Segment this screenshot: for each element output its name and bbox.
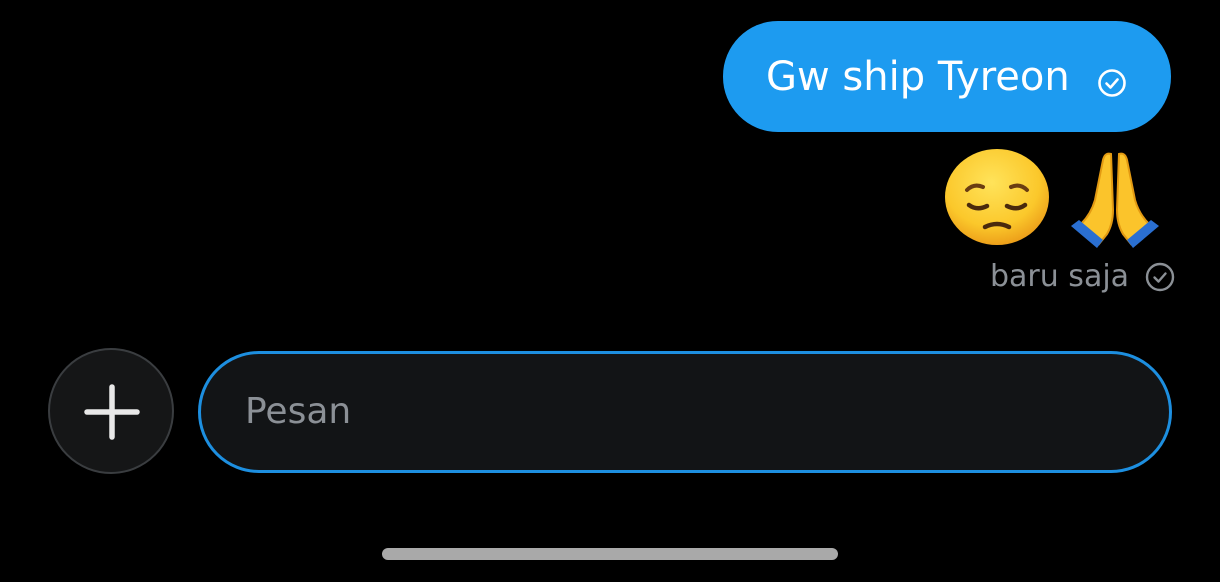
check-circle-icon — [1098, 69, 1126, 97]
message-composer[interactable] — [198, 351, 1172, 473]
emoji-message[interactable] — [943, 148, 1163, 248]
chat-screen: Gw ship Tyreon baru saja Pesan — [0, 0, 1220, 582]
home-indicator[interactable] — [382, 548, 838, 560]
add-attachment-button[interactable] — [48, 348, 174, 474]
timestamp-text: baru saja — [990, 259, 1130, 294]
plus-icon — [84, 384, 140, 440]
folded-hands-emoji — [1071, 152, 1159, 248]
message-input[interactable] — [245, 384, 1125, 440]
pensive-face-emoji — [945, 149, 1049, 245]
outgoing-message-bubble[interactable]: Gw ship Tyreon — [723, 21, 1171, 132]
message-text: Gw ship Tyreon — [766, 54, 1070, 100]
check-circle-icon — [1145, 262, 1175, 292]
message-status: baru saja — [990, 256, 1176, 298]
